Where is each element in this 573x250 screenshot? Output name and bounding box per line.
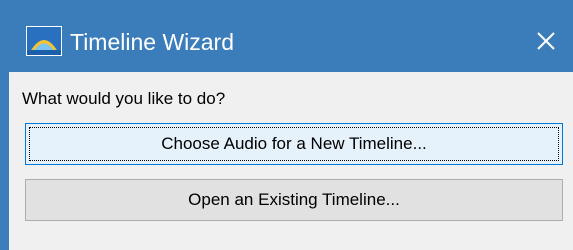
title-bar[interactable]: Timeline Wizard xyxy=(0,0,573,82)
timeline-app-icon xyxy=(26,26,62,56)
window-title: Timeline Wizard xyxy=(70,29,235,55)
close-icon xyxy=(537,32,555,50)
choose-audio-button[interactable]: Choose Audio for a New Timeline... xyxy=(25,123,563,165)
dialog-body: What would you like to do? Choose Audio … xyxy=(9,72,573,250)
open-existing-button[interactable]: Open an Existing Timeline... xyxy=(25,179,563,221)
close-button[interactable] xyxy=(522,18,568,64)
open-existing-label: Open an Existing Timeline... xyxy=(188,190,400,209)
choose-audio-label: Choose Audio for a New Timeline... xyxy=(161,134,427,153)
prompt-label: What would you like to do? xyxy=(22,89,226,108)
timeline-wizard-window: Timeline Wizard What would you like to d… xyxy=(0,0,573,250)
